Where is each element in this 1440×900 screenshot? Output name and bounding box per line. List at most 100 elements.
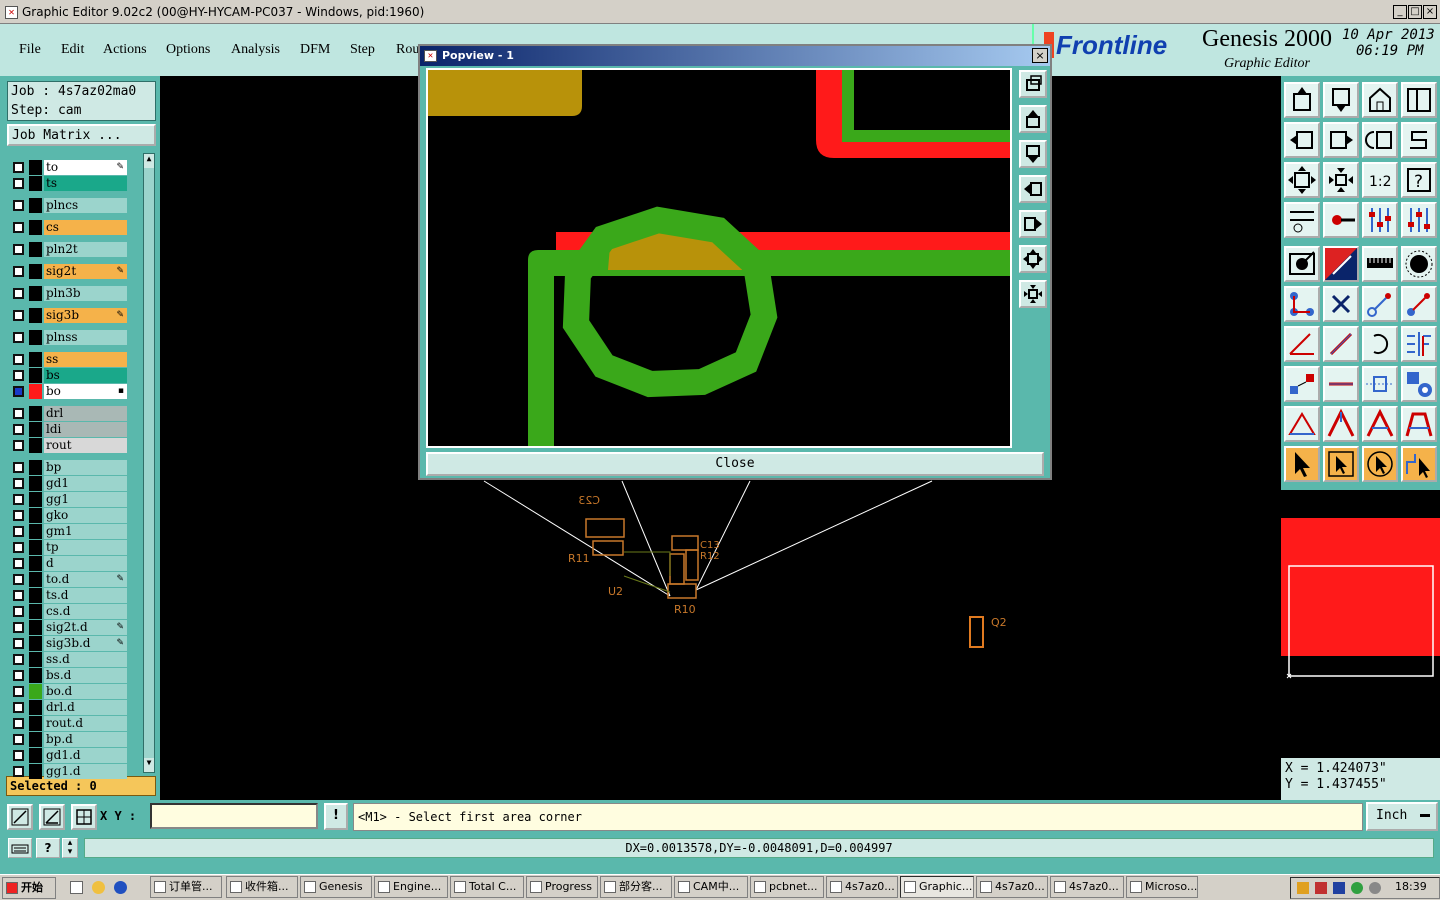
snap-icon[interactable] xyxy=(7,804,33,830)
taskbar-task[interactable]: Progress xyxy=(526,876,598,898)
layer-slider-icon[interactable] xyxy=(1362,202,1398,238)
triangle-small-icon[interactable] xyxy=(1284,406,1320,442)
layer-checkbox[interactable] xyxy=(13,288,24,299)
layer-row[interactable]: ss xyxy=(11,352,129,367)
pointer-box-icon[interactable] xyxy=(1323,446,1359,482)
layer-name[interactable]: sig3b ✎ xyxy=(44,308,127,323)
popview-close-x-button[interactable]: × xyxy=(1032,48,1048,63)
layer-color-swatch[interactable] xyxy=(29,732,42,747)
layer-row[interactable]: cs xyxy=(11,220,129,235)
measure-tool-icon[interactable] xyxy=(1284,202,1320,238)
pan-down-icon[interactable] xyxy=(1019,140,1047,168)
maximize-button[interactable]: □ xyxy=(1408,5,1422,19)
layer-color-swatch[interactable] xyxy=(29,492,42,507)
shapes-icon[interactable] xyxy=(1401,366,1437,402)
one-to-one-icon[interactable]: 1:2 xyxy=(1362,162,1398,198)
line-draw-icon[interactable] xyxy=(1323,326,1359,362)
zoom-out-icon[interactable] xyxy=(1019,280,1047,308)
layer-checkbox[interactable] xyxy=(13,734,24,745)
layer-color-swatch[interactable] xyxy=(29,198,42,213)
layer-row[interactable]: drl.d xyxy=(11,700,129,715)
redraw-icon[interactable] xyxy=(1362,122,1398,158)
layer-color-swatch[interactable] xyxy=(29,476,42,491)
layer-row[interactable]: ts xyxy=(11,176,129,191)
layer-color-swatch[interactable] xyxy=(29,220,42,235)
layer-color-swatch[interactable] xyxy=(29,460,42,475)
taskbar-task[interactable]: 4s7az0... xyxy=(976,876,1048,898)
taskbar-task[interactable]: 部分客... xyxy=(600,876,672,898)
tray-icon-2[interactable] xyxy=(1315,882,1327,894)
layer-color-swatch[interactable] xyxy=(29,556,42,571)
layer-row[interactable]: gd1 xyxy=(11,476,129,491)
layer-name[interactable]: to ✎ xyxy=(44,160,127,175)
layer-name[interactable]: gm1 xyxy=(44,524,127,539)
layer-checkbox[interactable] xyxy=(13,386,24,397)
layer-name[interactable]: bo.d xyxy=(44,684,127,699)
layer-name[interactable]: bs.d xyxy=(44,668,127,683)
pointer-circle-icon[interactable] xyxy=(1362,446,1398,482)
dimension-icon[interactable] xyxy=(1362,366,1398,402)
trapezoid-icon[interactable] xyxy=(1401,406,1437,442)
layer-color-swatch[interactable] xyxy=(29,384,42,399)
layer-row[interactable]: to ✎ xyxy=(11,160,129,175)
grid-icon[interactable] xyxy=(71,804,97,830)
taskbar-task[interactable]: 订单管... xyxy=(150,876,222,898)
connect-nodes-icon[interactable] xyxy=(1284,286,1320,322)
layer-name[interactable]: ts.d xyxy=(44,588,127,603)
pan-left-icon[interactable] xyxy=(1019,175,1047,203)
pan-left-tool-icon[interactable] xyxy=(1284,122,1320,158)
layer-row[interactable]: rout xyxy=(11,438,129,453)
layer-color-swatch[interactable] xyxy=(29,176,42,191)
layer-name[interactable]: rout.d xyxy=(44,716,127,731)
layer-checkbox[interactable] xyxy=(13,178,24,189)
tray-icon-4[interactable] xyxy=(1351,882,1363,894)
layer-checkbox[interactable] xyxy=(13,702,24,713)
layer-row[interactable]: rout.d xyxy=(11,716,129,731)
keyboard-icon[interactable] xyxy=(8,838,32,858)
taskbar-task[interactable]: Total C... xyxy=(450,876,524,898)
layer-row[interactable]: sig3b ✎ xyxy=(11,308,129,323)
layer-name[interactable]: gg1.d xyxy=(44,764,127,779)
job-matrix-button[interactable]: Job Matrix ... xyxy=(7,124,156,146)
ruler-icon[interactable] xyxy=(1362,246,1398,282)
layer-checkbox[interactable] xyxy=(13,654,24,665)
menu-dfm[interactable]: DFM xyxy=(300,42,330,58)
layer-name[interactable]: sig2t ✎ xyxy=(44,264,127,279)
s-curve-icon[interactable] xyxy=(1401,122,1437,158)
layer-name[interactable]: ts xyxy=(44,176,127,191)
taskbar-task[interactable]: CAM中... xyxy=(674,876,748,898)
pan-up-icon[interactable] xyxy=(1019,105,1047,133)
zoom-home-top-icon[interactable] xyxy=(1284,82,1320,118)
layer-checkbox[interactable] xyxy=(13,162,24,173)
layer-row[interactable]: gd1.d xyxy=(11,748,129,763)
layer-checkbox[interactable] xyxy=(13,266,24,277)
tray-icon-5[interactable] xyxy=(1369,882,1381,894)
layer-row[interactable]: d xyxy=(11,556,129,571)
probe-icon[interactable] xyxy=(1323,202,1359,238)
pan-right-tool-icon[interactable] xyxy=(1323,122,1359,158)
layer-checkbox[interactable] xyxy=(13,606,24,617)
layer-checkbox[interactable] xyxy=(13,670,24,681)
layer-color-swatch[interactable] xyxy=(29,352,42,367)
taskbar-task[interactable]: Genesis xyxy=(300,876,372,898)
layer-name[interactable]: cs.d xyxy=(44,604,127,619)
layer-color-swatch[interactable] xyxy=(29,588,42,603)
layer-color-swatch[interactable] xyxy=(29,684,42,699)
layer-checkbox[interactable] xyxy=(13,718,24,729)
layer-row[interactable]: bs xyxy=(11,368,129,383)
line-node-alt-icon[interactable] xyxy=(1401,286,1437,322)
layer-name[interactable]: d xyxy=(44,556,127,571)
menu-options[interactable]: Options xyxy=(166,42,210,58)
layer-row[interactable]: bp.d xyxy=(11,732,129,747)
minimize-button[interactable]: _ xyxy=(1393,5,1407,19)
split-view-icon[interactable] xyxy=(1401,82,1437,118)
layer-row[interactable]: gko xyxy=(11,508,129,523)
taskbar-task[interactable]: Microso... xyxy=(1126,876,1198,898)
alert-button[interactable]: ! xyxy=(324,803,348,830)
layer-row[interactable]: plnss xyxy=(11,330,129,345)
layer-color-swatch[interactable] xyxy=(29,264,42,279)
layer-row[interactable]: ts.d xyxy=(11,588,129,603)
line-angle-icon[interactable] xyxy=(1284,326,1320,362)
taskbar-task[interactable]: 收件箱... xyxy=(226,876,298,898)
layer-checkbox[interactable] xyxy=(13,310,24,321)
